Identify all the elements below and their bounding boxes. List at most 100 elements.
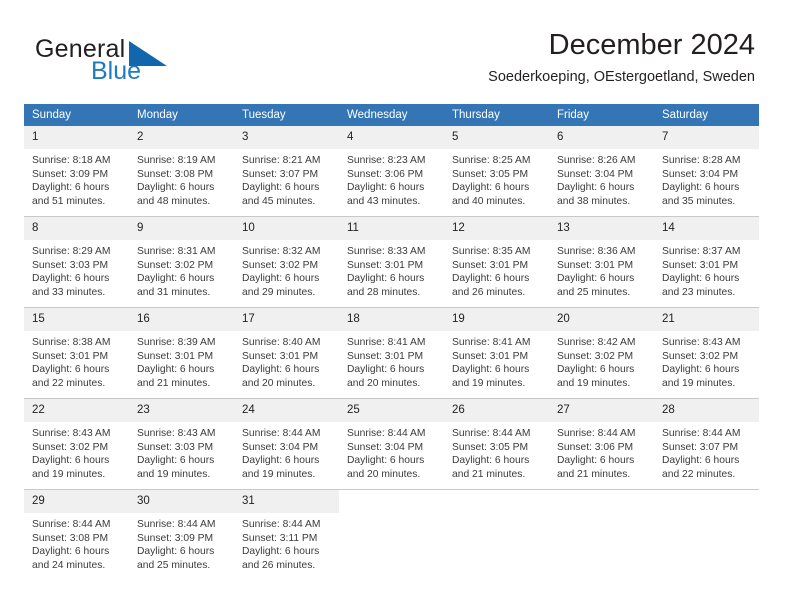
day-number: 20 [549,308,654,331]
calendar-day-cell[interactable]: 16 Sunrise: 8:39 AM Sunset: 3:01 PM Dayligh… [129,307,234,399]
calendar-day-cell[interactable]: 11 Sunrise: 8:33 AM Sunset: 3:01 PM Dayligh… [339,216,444,308]
calendar-day-cell[interactable]: 31 Sunrise: 8:44 AM Sunset: 3:11 PM Dayligh… [234,489,339,580]
calendar-day-cell[interactable]: 29 Sunrise: 8:44 AM Sunset: 3:08 PM Dayligh… [24,489,129,580]
calendar-day-cell[interactable]: 2 Sunrise: 8:19 AM Sunset: 3:08 PM Daylight… [129,126,234,217]
calendar-day-cell-empty [549,489,654,580]
day-sunrise-text: Sunrise: 8:42 AM [557,337,636,348]
day-daylight-text: and 25 minutes. [137,559,211,571]
calendar-day-cell[interactable]: 18 Sunrise: 8:41 AM Sunset: 3:01 PM Dayligh… [339,307,444,399]
day-details: Sunrise: 8:33 AM Sunset: 3:01 PM Daylight:… [339,240,444,299]
day-details: Sunrise: 8:44 AM Sunset: 3:06 PM Daylight:… [549,422,654,481]
calendar-day-cell[interactable]: 21 Sunrise: 8:43 AM Sunset: 3:02 PM Dayligh… [654,307,759,399]
day-details: Sunrise: 8:42 AM Sunset: 3:02 PM Daylight:… [549,331,654,390]
day-sunrise-text: Sunrise: 8:44 AM [452,428,531,439]
day-number [444,490,549,500]
calendar-day-cell[interactable]: 8 Sunrise: 8:29 AM Sunset: 3:03 PM Daylight… [24,216,129,308]
day-sunrise-text: Sunrise: 8:25 AM [452,155,531,166]
day-sunset-text: Sunset: 3:01 PM [452,350,529,362]
day-daylight-text: and 31 minutes. [137,286,211,298]
day-sunset-text: Sunset: 3:02 PM [32,441,109,453]
calendar-day-cell[interactable]: 10 Sunrise: 8:32 AM Sunset: 3:02 PM Dayligh… [234,216,339,308]
weekday-header-row: Sunday Monday Tuesday Wednesday Thursday… [24,104,759,126]
day-sunrise-text: Sunrise: 8:44 AM [557,428,636,439]
calendar-day-cell[interactable]: 4 Sunrise: 8:23 AM Sunset: 3:06 PM Daylight… [339,126,444,217]
title-block: December 2024 Soederkoeping, OEstergoetl… [488,28,755,86]
day-number: 3 [234,126,339,149]
day-sunrise-text: Sunrise: 8:36 AM [557,246,636,257]
day-daylight-text: and 29 minutes. [242,286,316,298]
day-daylight-text: Daylight: 6 hours [32,364,110,376]
calendar-day-cell[interactable]: 14 Sunrise: 8:37 AM Sunset: 3:01 PM Dayligh… [654,216,759,308]
day-sunset-text: Sunset: 3:01 PM [347,350,424,362]
day-number: 7 [654,126,759,149]
day-sunset-text: Sunset: 3:02 PM [137,259,214,271]
day-sunrise-text: Sunrise: 8:44 AM [347,428,426,439]
day-number: 21 [654,308,759,331]
day-daylight-text: Daylight: 6 hours [32,546,110,558]
calendar-day-cell[interactable]: 7 Sunrise: 8:28 AM Sunset: 3:04 PM Daylight… [654,126,759,217]
day-sunrise-text: Sunrise: 8:18 AM [32,155,111,166]
day-details [549,500,654,505]
day-sunset-text: Sunset: 3:02 PM [557,350,634,362]
day-sunrise-text: Sunrise: 8:29 AM [32,246,111,257]
day-details: Sunrise: 8:44 AM Sunset: 3:08 PM Daylight:… [24,513,129,572]
day-number: 18 [339,308,444,331]
day-sunset-text: Sunset: 3:01 PM [662,259,739,271]
calendar-day-cell[interactable]: 25 Sunrise: 8:44 AM Sunset: 3:04 PM Dayligh… [339,398,444,490]
calendar-day-cell[interactable]: 13 Sunrise: 8:36 AM Sunset: 3:01 PM Dayligh… [549,216,654,308]
day-details: Sunrise: 8:35 AM Sunset: 3:01 PM Daylight:… [444,240,549,299]
day-daylight-text: and 51 minutes. [32,195,106,207]
calendar-day-cell[interactable]: 6 Sunrise: 8:26 AM Sunset: 3:04 PM Daylight… [549,126,654,217]
day-daylight-text: Daylight: 6 hours [662,364,740,376]
day-sunrise-text: Sunrise: 8:40 AM [242,337,321,348]
day-sunrise-text: Sunrise: 8:44 AM [242,519,321,530]
day-details: Sunrise: 8:43 AM Sunset: 3:02 PM Daylight:… [654,331,759,390]
calendar-day-cell[interactable]: 19 Sunrise: 8:41 AM Sunset: 3:01 PM Dayligh… [444,307,549,399]
calendar-day-cell[interactable]: 5 Sunrise: 8:25 AM Sunset: 3:05 PM Daylight… [444,126,549,217]
day-sunrise-text: Sunrise: 8:33 AM [347,246,426,257]
day-details: Sunrise: 8:44 AM Sunset: 3:05 PM Daylight:… [444,422,549,481]
day-details: Sunrise: 8:37 AM Sunset: 3:01 PM Daylight:… [654,240,759,299]
day-daylight-text: and 33 minutes. [32,286,106,298]
calendar-day-cell[interactable]: 17 Sunrise: 8:40 AM Sunset: 3:01 PM Dayligh… [234,307,339,399]
day-number: 5 [444,126,549,149]
day-details: Sunrise: 8:41 AM Sunset: 3:01 PM Daylight:… [339,331,444,390]
day-sunset-text: Sunset: 3:08 PM [32,532,109,544]
calendar-day-cell-empty [654,489,759,580]
day-daylight-text: Daylight: 6 hours [137,546,215,558]
day-daylight-text: Daylight: 6 hours [347,455,425,467]
day-number: 24 [234,399,339,422]
calendar-day-cell[interactable]: 22 Sunrise: 8:43 AM Sunset: 3:02 PM Dayligh… [24,398,129,490]
day-sunrise-text: Sunrise: 8:43 AM [137,428,216,439]
day-daylight-text: and 48 minutes. [137,195,211,207]
day-daylight-text: Daylight: 6 hours [347,182,425,194]
day-number: 4 [339,126,444,149]
calendar-day-cell[interactable]: 1 Sunrise: 8:18 AM Sunset: 3:09 PM Daylight… [24,126,129,217]
day-daylight-text: Daylight: 6 hours [662,273,740,285]
page-title: December 2024 [548,29,755,61]
generalblue-logo[interactable]: General Blue [35,35,225,91]
day-sunrise-text: Sunrise: 8:44 AM [137,519,216,530]
calendar-day-cell[interactable]: 30 Sunrise: 8:44 AM Sunset: 3:09 PM Dayligh… [129,489,234,580]
day-daylight-text: Daylight: 6 hours [137,182,215,194]
calendar-day-cell[interactable]: 20 Sunrise: 8:42 AM Sunset: 3:02 PM Dayligh… [549,307,654,399]
day-number: 13 [549,217,654,240]
calendar-day-cell[interactable]: 23 Sunrise: 8:43 AM Sunset: 3:03 PM Dayligh… [129,398,234,490]
day-number: 31 [234,490,339,513]
day-daylight-text: and 25 minutes. [557,286,631,298]
day-sunrise-text: Sunrise: 8:43 AM [662,337,741,348]
calendar-day-cell[interactable]: 12 Sunrise: 8:35 AM Sunset: 3:01 PM Dayligh… [444,216,549,308]
day-daylight-text: and 22 minutes. [662,468,736,480]
day-number: 9 [129,217,234,240]
calendar-day-cell[interactable]: 24 Sunrise: 8:44 AM Sunset: 3:04 PM Dayligh… [234,398,339,490]
day-details: Sunrise: 8:31 AM Sunset: 3:02 PM Daylight:… [129,240,234,299]
calendar-day-cell[interactable]: 26 Sunrise: 8:44 AM Sunset: 3:05 PM Dayligh… [444,398,549,490]
calendar-day-cell-empty [444,489,549,580]
calendar-day-cell[interactable]: 28 Sunrise: 8:44 AM Sunset: 3:07 PM Dayligh… [654,398,759,490]
calendar-day-cell[interactable]: 15 Sunrise: 8:38 AM Sunset: 3:01 PM Dayligh… [24,307,129,399]
day-sunrise-text: Sunrise: 8:26 AM [557,155,636,166]
calendar-day-cell[interactable]: 27 Sunrise: 8:44 AM Sunset: 3:06 PM Dayligh… [549,398,654,490]
day-sunset-text: Sunset: 3:05 PM [452,441,529,453]
calendar-day-cell[interactable]: 3 Sunrise: 8:21 AM Sunset: 3:07 PM Daylight… [234,126,339,217]
calendar-day-cell[interactable]: 9 Sunrise: 8:31 AM Sunset: 3:02 PM Daylight… [129,216,234,308]
